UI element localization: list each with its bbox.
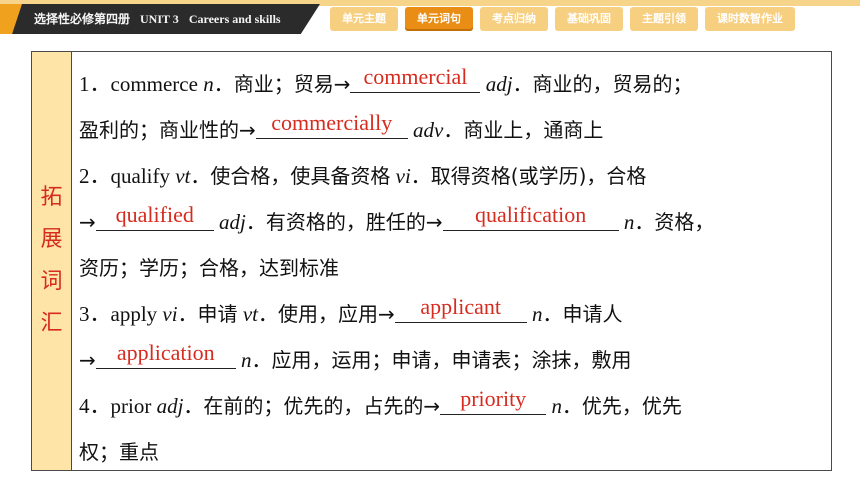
answer-blank[interactable]: application [95,341,236,369]
part-of-speech: vt [175,164,191,188]
part-of-speech: adj [156,394,184,418]
vocabulary-box: 拓 展 词 汇 1．commerce n．商业；贸易→ commercial ad… [31,51,832,471]
headword: qualify [110,164,170,188]
tab-basic-practice[interactable]: 基础巩固 [555,7,623,31]
tab-theme-guide[interactable]: 主题引领 [630,7,698,31]
answer-blank[interactable]: commercially [255,111,408,139]
side-char: 拓 [40,185,63,210]
part-of-speech: n [623,210,635,234]
entry-line: → application n．应用，运用；申请，申请表；涂抹，敷用 [79,340,632,373]
entry-line: 权；重点 [79,440,159,464]
answer-text: qualification [475,202,587,227]
header: 选择性必修第四册 UNIT 3 Careers and skills 单元主题 单元… [0,0,860,42]
part-of-speech: vt [242,302,258,326]
tab-unit-words[interactable]: 单元词句 [405,7,473,31]
part-of-speech: n [241,348,252,372]
entry-line: 3．apply vi．申请 vt．使用，应用→ applicant n．申请人 [79,294,623,327]
entry-line: 资历；学历；合格，达到标准 [79,256,339,280]
tab-homework[interactable]: 课时数智作业 [705,7,795,31]
answer-text: qualified [115,202,194,227]
answer-text: commercially [271,110,393,135]
unit-title-bar: 选择性必修第四册 UNIT 3 Careers and skills [0,4,320,34]
side-char: 词 [40,269,63,294]
side-char: 展 [40,227,63,252]
answer-text: applicant [420,294,502,319]
tab-key-points[interactable]: 考点归纳 [480,7,548,31]
part-of-speech: vi [395,164,411,188]
part-of-speech: adj [219,210,246,234]
unit-number: UNIT 3 [140,12,179,26]
part-of-speech: n [531,302,543,326]
part-of-speech: adv [413,118,444,142]
headword: apply [110,302,158,326]
answer-blank[interactable]: applicant [394,295,527,323]
side-label: 拓 展 词 汇 [32,52,72,470]
part-of-speech: vi [162,302,178,326]
book-title: 选择性必修第四册 [34,12,131,26]
headword: commerce [110,72,198,96]
tab-unit-theme[interactable]: 单元主题 [330,7,398,31]
side-char: 汇 [40,311,63,336]
part-of-speech: n [203,72,214,96]
answer-text: commercial [363,64,468,89]
entry-line: 1．commerce n．商业；贸易→ commercial adj．商业的，贸易… [79,64,693,97]
part-of-speech: n [551,394,562,418]
entry-line: 盈利的；商业性的→ commercially adv．商业上，通商上 [79,110,604,143]
answer-text: application [116,340,215,365]
answer-blank[interactable]: commercial [350,65,481,93]
part-of-speech: adj [485,72,513,96]
nav-tabs: 单元主题 单元词句 考点归纳 基础巩固 主题引领 课时数智作业 [330,7,795,31]
headword: prior [110,394,152,418]
entry-line: 2．qualify vt．使合格，使具备资格 vi．取得资格(或学历)，合格 [79,164,647,188]
entry-list: 1．commerce n．商业；贸易→ commercial adj．商业的，贸易… [73,52,831,470]
entry-line: 4．prior adj．在前的；优先的，占先的→ priority n．优先，优先 [79,386,682,419]
answer-text: priority [460,386,527,411]
entry-line: → qualified adj．有资格的，胜任的→ qualification n．… [79,202,715,235]
answer-blank[interactable]: priority [440,387,547,415]
unit-title: Careers and skills [188,12,281,26]
answer-blank[interactable]: qualification [442,203,619,231]
answer-blank[interactable]: qualified [95,203,214,231]
